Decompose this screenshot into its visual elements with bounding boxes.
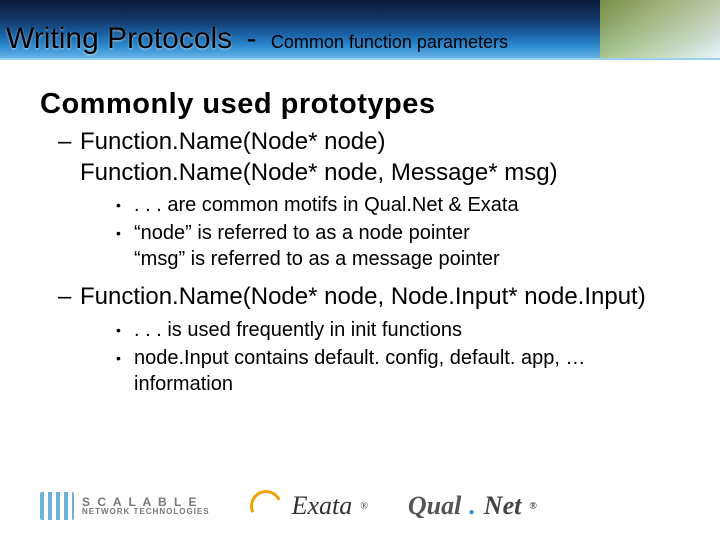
prototype-line: Function.Name(Node* node, Message* msg) (80, 159, 558, 186)
scalable-text-bottom: NETWORK TECHNOLOGIES (82, 508, 210, 516)
title-subtitle: Common function parameters (271, 32, 508, 52)
sub-text: . . . are common motifs in Qual.Net & Ex… (134, 194, 519, 216)
sub-text: “node” is referred to as a node pointer … (134, 222, 500, 270)
slide: Writing Protocols - Common function para… (0, 0, 720, 540)
exata-arc-icon (245, 485, 286, 526)
exata-text: Exata (292, 491, 353, 521)
logo-exata: Exata ® (250, 490, 368, 522)
registered-icon: ® (529, 501, 536, 512)
bullet-list: Function.Name(Node* node) Function.Name(… (40, 127, 680, 397)
list-item: node.Input contains default. config, def… (116, 345, 680, 397)
scalable-mark-icon (40, 492, 74, 520)
body-heading: Commonly used prototypes (40, 88, 680, 121)
title-main: Writing Protocols (6, 22, 232, 55)
qualnet-qual: Qual (408, 491, 461, 521)
slide-body: Commonly used prototypes Function.Name(N… (0, 60, 720, 397)
qualnet-dot: . (469, 491, 476, 521)
title-banner: Writing Protocols - Common function para… (0, 0, 720, 60)
qualnet-net: Net (484, 491, 522, 521)
registered-icon: ® (360, 501, 368, 512)
prototype-line: Function.Name(Node* node, Node.Input* no… (80, 283, 646, 310)
list-item: . . . is used frequently in init functio… (116, 317, 680, 343)
title-wrap: Writing Protocols - Common function para… (6, 22, 508, 56)
sub-list: . . . is used frequently in init functio… (80, 317, 680, 397)
sub-text: . . . is used frequently in init functio… (134, 319, 462, 341)
prototype-line: Function.Name(Node* node) (80, 128, 386, 155)
list-item: . . . are common motifs in Qual.Net & Ex… (116, 192, 680, 218)
logo-row: S C A L A B L E NETWORK TECHNOLOGIES Exa… (40, 490, 537, 522)
list-item: Function.Name(Node* node, Node.Input* no… (58, 282, 680, 397)
logo-qualnet: Qual. Net ® (408, 491, 537, 521)
list-item: Function.Name(Node* node) Function.Name(… (58, 127, 680, 272)
title-separator: - (238, 22, 265, 55)
logo-scalable: S C A L A B L E NETWORK TECHNOLOGIES (40, 492, 210, 520)
list-item: “node” is referred to as a node pointer … (116, 220, 680, 272)
scalable-text: S C A L A B L E NETWORK TECHNOLOGIES (82, 496, 210, 517)
sub-list: . . . are common motifs in Qual.Net & Ex… (80, 192, 680, 272)
corner-brand: QualNet (679, 33, 712, 43)
sub-text: node.Input contains default. config, def… (134, 347, 585, 395)
